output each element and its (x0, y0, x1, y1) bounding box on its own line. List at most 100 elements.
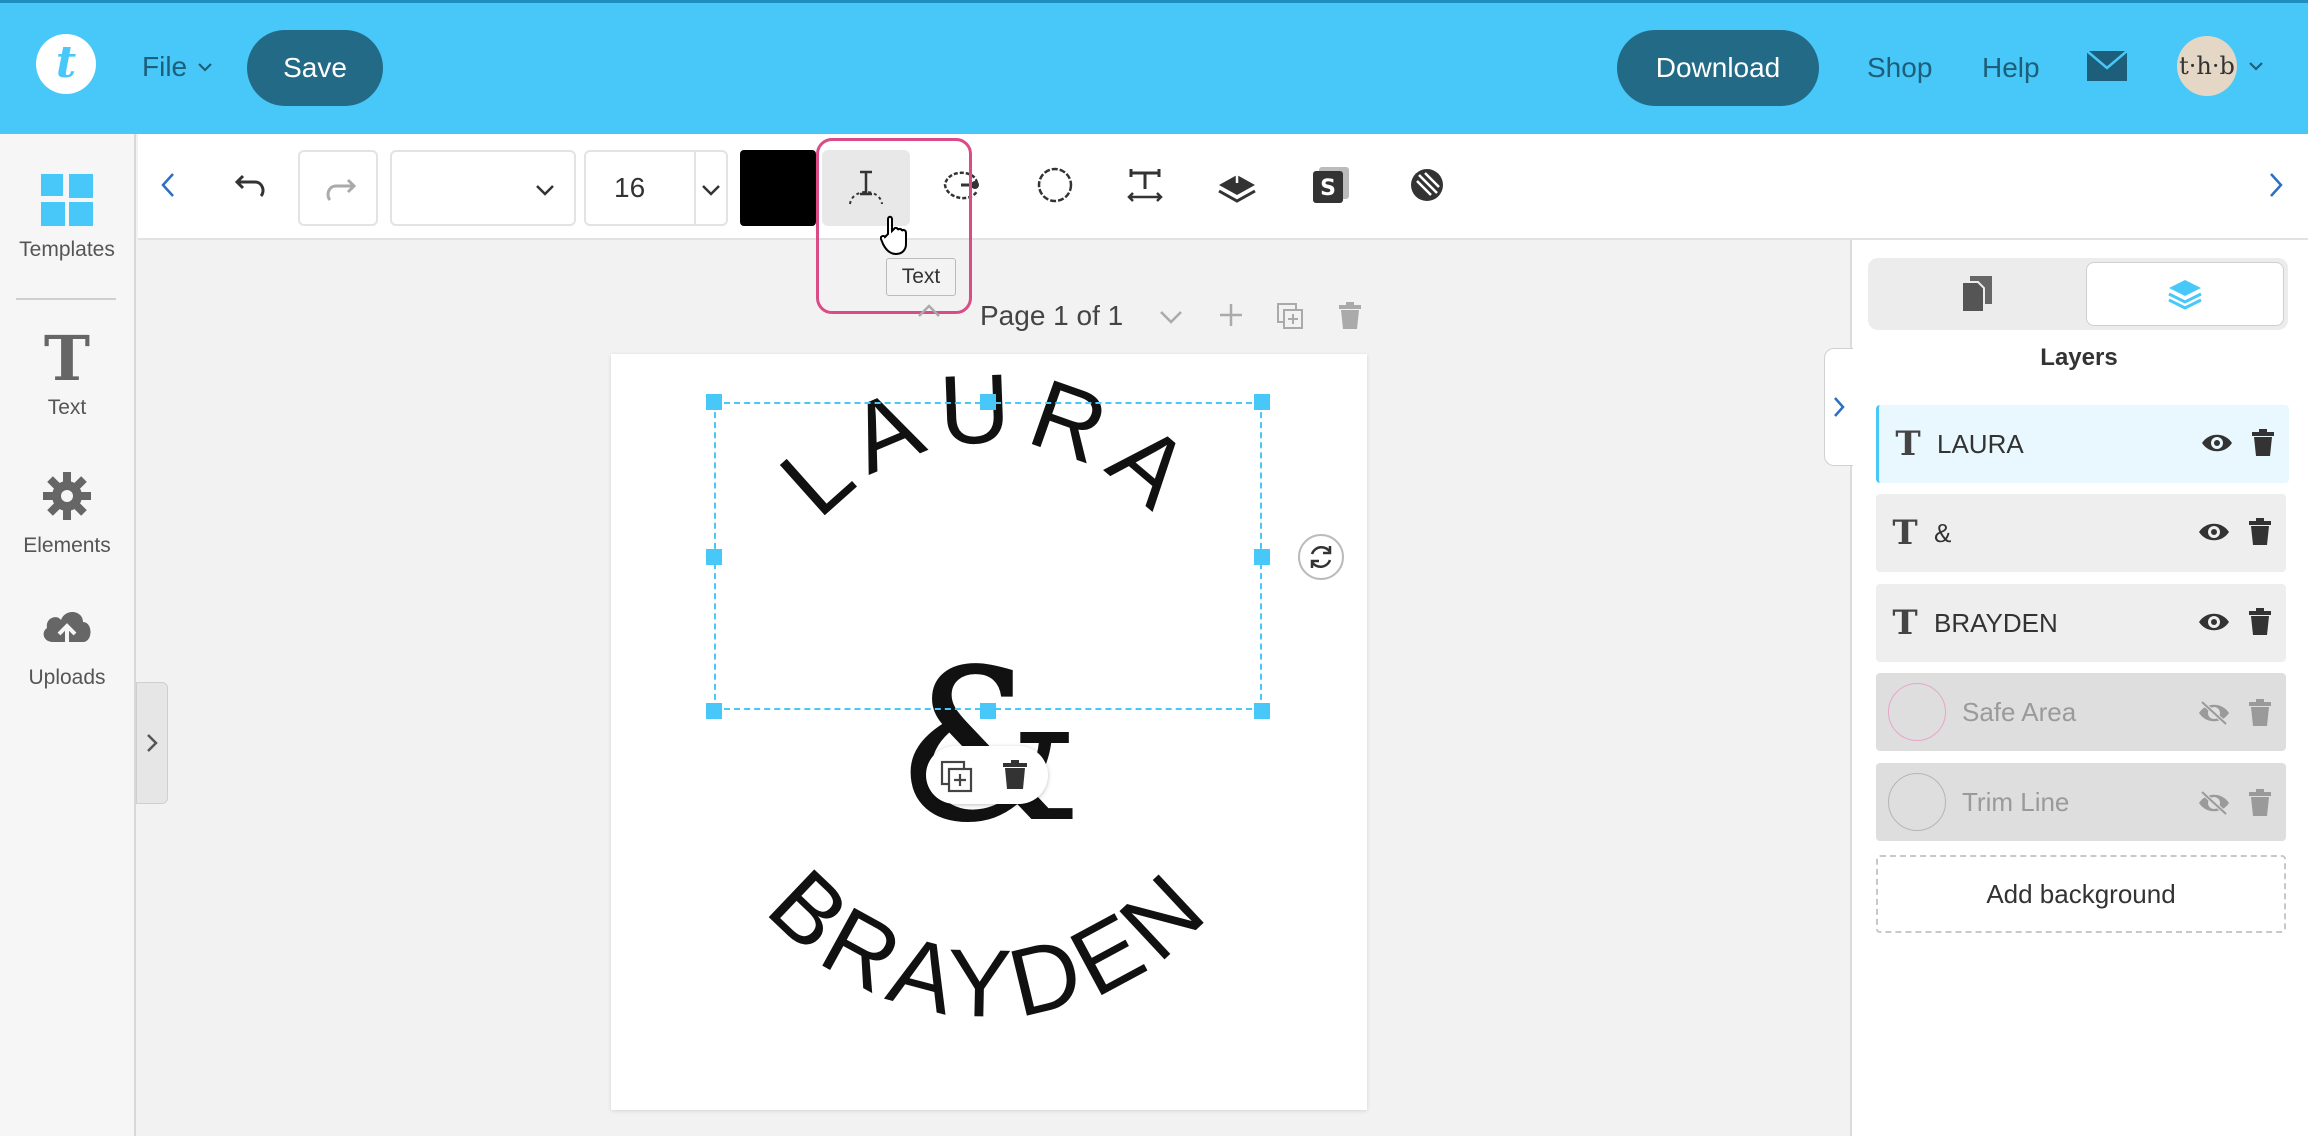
sidebar-item-label: Text (47, 396, 87, 419)
effects-icon[interactable] (1392, 150, 1462, 220)
layer-name: BRAYDEN (1934, 607, 2058, 638)
rotate-icon (1310, 545, 1332, 569)
resize-handle[interactable] (706, 703, 722, 719)
highlight-box (816, 138, 972, 314)
layer-row-brayden[interactable]: T BRAYDEN (1876, 584, 2286, 662)
page-down-icon[interactable] (1158, 308, 1184, 331)
delete-page-icon[interactable] (1338, 302, 1362, 335)
gear-icon (43, 472, 91, 520)
expand-sidebar-tab[interactable] (136, 682, 168, 804)
font-size-value: 16 (614, 172, 646, 203)
layer-row-laura[interactable]: T LAURA (1876, 405, 2289, 483)
trash-icon[interactable] (2247, 427, 2279, 459)
text-layer-icon: T (1892, 603, 1918, 643)
chevron-right-icon (147, 734, 158, 752)
stylize-icon[interactable]: S (1296, 150, 1366, 220)
font-family-select[interactable] (390, 150, 576, 226)
pages-icon (1962, 276, 1992, 312)
help-link[interactable]: Help (1982, 30, 2040, 106)
text-icon: T (43, 322, 91, 395)
account-chevron-down-icon[interactable] (2246, 56, 2266, 81)
text-spacing-icon[interactable] (1110, 150, 1180, 220)
layer-name: Trim Line (1962, 786, 2070, 817)
redo-icon (326, 178, 357, 202)
sidebar-item-templates[interactable]: Templates (0, 174, 134, 262)
trash-icon[interactable] (2244, 697, 2276, 729)
sidebar-item-label: Elements (23, 534, 111, 557)
shop-link[interactable]: Shop (1867, 30, 1932, 106)
trash-icon[interactable] (2244, 516, 2276, 548)
panel-tab-switcher (1868, 258, 2288, 330)
trash-icon[interactable] (1002, 760, 1028, 790)
sidebar-item-label: Uploads (28, 666, 106, 689)
font-size-input[interactable]: 16 (584, 150, 728, 226)
trim-line-thumbnail (1888, 773, 1946, 831)
font-size-divider (694, 152, 696, 224)
text-color-swatch[interactable] (740, 150, 816, 226)
redo-button[interactable] (298, 150, 378, 226)
save-button[interactable]: Save (247, 30, 383, 106)
resize-handle[interactable] (1254, 549, 1270, 565)
undo-icon[interactable] (216, 150, 286, 220)
mail-icon[interactable] (2086, 50, 2128, 82)
eye-icon[interactable] (2201, 427, 2233, 459)
layer-name: & (1934, 517, 1952, 548)
toolbar-scroll-left-icon[interactable] (158, 170, 178, 205)
toolbar-scroll-right-icon[interactable] (2266, 170, 2286, 205)
duplicate-page-icon[interactable] (1276, 302, 1304, 335)
layer-row-trim-line[interactable]: Trim Line (1876, 763, 2286, 841)
tab-layers[interactable] (2086, 262, 2284, 326)
brayden-text[interactable]: BRAYDEN (749, 849, 1230, 1038)
app-logo[interactable]: t (36, 34, 96, 94)
resize-handle[interactable] (1254, 703, 1270, 719)
add-background-button[interactable]: Add background (1876, 855, 2286, 933)
chevron-down-icon (198, 63, 212, 72)
file-menu[interactable]: File (142, 44, 215, 90)
collapse-panel-tab[interactable] (1824, 348, 1853, 466)
chevron-down-icon (536, 185, 554, 196)
eye-off-icon[interactable] (2198, 787, 2230, 819)
eye-icon[interactable] (2198, 606, 2230, 638)
rotate-handle[interactable] (1298, 534, 1344, 580)
eye-off-icon[interactable] (2198, 697, 2230, 729)
layer-row-ampersand[interactable]: T & (1876, 494, 2286, 572)
download-button[interactable]: Download (1617, 30, 1819, 106)
layer-order-icon[interactable] (1202, 150, 1272, 220)
resize-handle[interactable] (980, 394, 996, 410)
selection-box[interactable] (714, 402, 1262, 710)
sidebar-item-uploads[interactable]: Uploads (0, 602, 134, 690)
tab-pages[interactable] (1868, 258, 2086, 330)
resize-handle[interactable] (980, 703, 996, 719)
trash-icon[interactable] (2244, 787, 2276, 819)
left-sidebar: Templates T Text Elements Uploads (0, 134, 136, 1136)
file-menu-label: File (142, 51, 188, 82)
page-up-icon[interactable] (916, 302, 942, 325)
sidebar-item-elements[interactable]: Elements (0, 470, 134, 558)
text-layer-icon: T (1895, 424, 1921, 464)
layer-name: LAURA (1937, 428, 2024, 459)
resize-handle[interactable] (706, 549, 722, 565)
svg-text:BRAYDEN: BRAYDEN (749, 849, 1230, 1038)
cloud-upload-icon (43, 611, 91, 648)
sidebar-item-text[interactable]: T Text (0, 328, 134, 420)
chevron-down-icon[interactable] (700, 180, 722, 200)
resize-handle[interactable] (1254, 394, 1270, 410)
trash-icon[interactable] (2244, 606, 2276, 638)
layers-icon (2168, 280, 2202, 310)
layer-row-safe-area[interactable]: Safe Area (1876, 673, 2286, 751)
eye-icon[interactable] (2198, 516, 2230, 548)
user-avatar[interactable]: t·h·b (2177, 36, 2237, 96)
circle-text-icon[interactable] (1020, 150, 1090, 220)
page-indicator: Page 1 of 1 (980, 300, 1124, 331)
svg-text:S: S (1320, 176, 1336, 201)
templates-icon (41, 174, 93, 226)
resize-handle[interactable] (706, 394, 722, 410)
panel-title: Layers (2040, 344, 2118, 371)
chevron-right-icon (1834, 397, 1845, 417)
duplicate-icon[interactable] (940, 760, 974, 794)
sidebar-item-label: Templates (19, 238, 115, 261)
safe-area-thumbnail (1888, 683, 1946, 741)
sidebar-divider (16, 298, 116, 300)
add-page-icon[interactable] (1218, 302, 1244, 333)
element-context-menu (926, 746, 1048, 804)
